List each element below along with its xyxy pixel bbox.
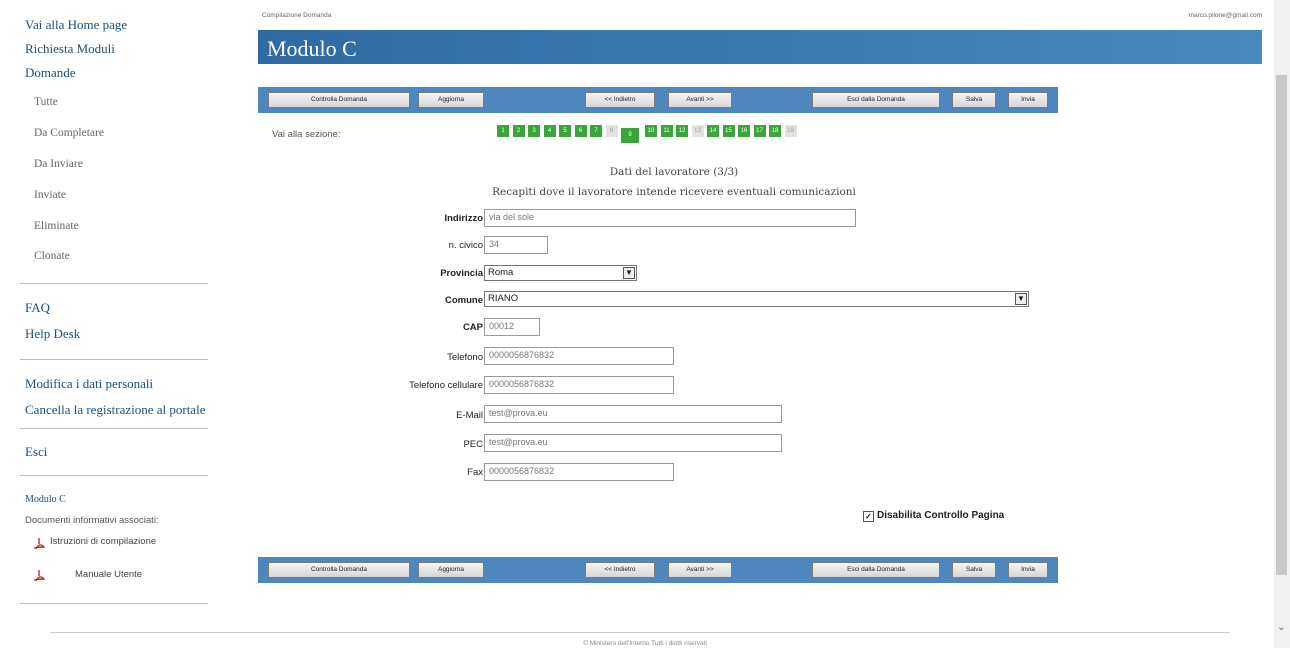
mobile-field[interactable]: 0000056876832 [484,376,674,394]
address-field[interactable]: via del sole [484,209,856,227]
street-number-label: n. civico [448,240,483,251]
chevron-down-icon: ▼ [623,267,635,279]
address-label: Indirizzo [444,213,483,224]
exit-link[interactable]: Esci [25,444,47,460]
section-19-button[interactable]: 19 [784,125,797,137]
back-button[interactable]: << Indietro [585,92,655,108]
request-modules-link[interactable]: Richiesta Moduli [25,41,115,57]
pec-label: PEC [463,439,483,450]
exit-application-button[interactable]: Esci dalla Domanda [812,562,940,578]
user-email: marco.pilone@gmail.com [1188,12,1262,19]
home-link[interactable]: Vai alla Home page [25,17,127,33]
section-1-button[interactable]: 1 [497,125,509,137]
back-button[interactable]: << Indietro [585,562,655,578]
disable-page-check-checkbox[interactable]: ✓ Disabilita Controllo Pagina [863,510,1004,522]
edit-personal-data-link[interactable]: Modifica i dati personali [25,376,153,392]
sidebar: Vai alla Home page Richiesta Moduli Doma… [0,0,248,620]
sidebar-item-to-complete[interactable]: Da Completare [34,127,104,139]
mobile-label: Telefono cellulare [409,380,483,391]
doc-manual-link[interactable]: Manuale Utente [75,569,142,580]
city-select[interactable]: RIANO ▼ [484,291,1029,307]
form-heading: Dati del lavoratore (3/3) [609,166,739,178]
sidebar-divider [20,359,208,360]
phone-field[interactable]: 0000056876832 [484,347,674,365]
pdf-icon [33,570,45,582]
page-title: Modulo C [267,36,357,61]
section-12-button[interactable]: 12 [676,125,688,137]
exit-application-button[interactable]: Esci dalla Domanda [812,92,940,108]
street-number-field[interactable]: 34 [484,236,548,254]
scrollbar-thumb[interactable] [1276,75,1287,575]
send-button[interactable]: Invia [1008,92,1048,108]
check-application-button[interactable]: Controlla Domanda [268,92,410,108]
save-button[interactable]: Salva [952,562,996,578]
cancel-registration-link[interactable]: Cancella la registrazione al portale [25,402,205,418]
section-17-button[interactable]: 17 [753,125,766,137]
chevron-down-icon: ▼ [1015,293,1027,305]
city-label: Comune [445,295,483,306]
section-18-button[interactable]: 18 [769,125,781,137]
province-label: Provincia [440,268,483,279]
section-14-button[interactable]: 14 [707,125,719,137]
scrollbar[interactable]: ⌄ [1274,0,1290,648]
phone-label: Telefono [447,352,483,363]
section-4-button[interactable]: 4 [543,125,556,137]
city-value: RIANO [488,293,519,304]
sidebar-divider [20,283,208,284]
section-13-button[interactable]: 13 [691,125,704,137]
email-label: E-Mail [456,410,483,421]
section-9-button[interactable]: 9 [621,128,639,143]
toolbar-top: Controlla Domanda Aggiorna << Indietro A… [258,87,1058,113]
sidebar-item-cloned[interactable]: Clonate [34,250,70,262]
section-16-button[interactable]: 16 [738,125,750,137]
pec-field[interactable]: test@prova.eu [484,434,782,452]
save-button[interactable]: Salva [952,92,996,108]
send-button[interactable]: Invia [1008,562,1048,578]
province-value: Roma [488,267,514,278]
module-title: Modulo C [25,494,66,505]
footer-text: © Ministero dell'Interno Tutti i diritti… [583,640,707,647]
section-8-button[interactable]: 8 [605,125,618,137]
section-6-button[interactable]: 6 [574,125,587,137]
sidebar-divider [20,475,208,476]
section-3-button[interactable]: 3 [528,125,540,137]
section-15-button[interactable]: 15 [722,125,735,137]
title-bar: Modulo C [258,30,1262,64]
disable-page-check-label: Disabilita Controllo Pagina [877,510,1005,521]
scroll-down-icon[interactable]: ⌄ [1277,622,1285,633]
section-2-button[interactable]: 2 [512,125,525,137]
pdf-icon [33,538,45,550]
checkmark-icon: ✓ [863,511,874,522]
sidebar-item-deleted[interactable]: Eliminate [34,220,79,232]
province-select[interactable]: Roma ▼ [484,265,637,281]
section-11-button[interactable]: 11 [660,125,673,137]
sidebar-divider [20,428,208,429]
associated-docs-label: Documenti informativi associati: [25,515,159,526]
fax-label: Fax [467,467,483,478]
section-5-button[interactable]: 5 [559,125,571,137]
form-subheading: Recapiti dove il lavoratore intende rice… [492,186,856,198]
section-10-button[interactable]: 10 [645,125,657,137]
update-button[interactable]: Aggiorna [418,92,484,108]
help-desk-link[interactable]: Help Desk [25,326,80,342]
check-application-button[interactable]: Controlla Domanda [268,562,410,578]
forward-button[interactable]: Avanti >> [668,562,732,578]
applications-link[interactable]: Domande [25,65,76,81]
cap-label: CAP [462,322,483,333]
footer-divider [50,632,1230,633]
fax-field[interactable]: 0000056876832 [484,463,674,481]
section-7-button[interactable]: 7 [590,125,602,137]
breadcrumb: Compilazione Domanda [262,12,332,19]
cap-field[interactable]: 00012 [484,318,540,336]
section-nav-label: Vai alla sezione: [272,129,341,140]
toolbar-bottom: Controlla Domanda Aggiorna << Indietro A… [258,557,1058,583]
sidebar-item-all[interactable]: Tutte [34,96,58,108]
sidebar-divider [20,603,208,604]
forward-button[interactable]: Avanti >> [668,92,732,108]
update-button[interactable]: Aggiorna [418,562,484,578]
email-field[interactable]: test@prova.eu [484,405,782,423]
doc-instructions-link[interactable]: Istruzioni di compilazione [50,536,156,547]
faq-link[interactable]: FAQ [25,300,50,316]
